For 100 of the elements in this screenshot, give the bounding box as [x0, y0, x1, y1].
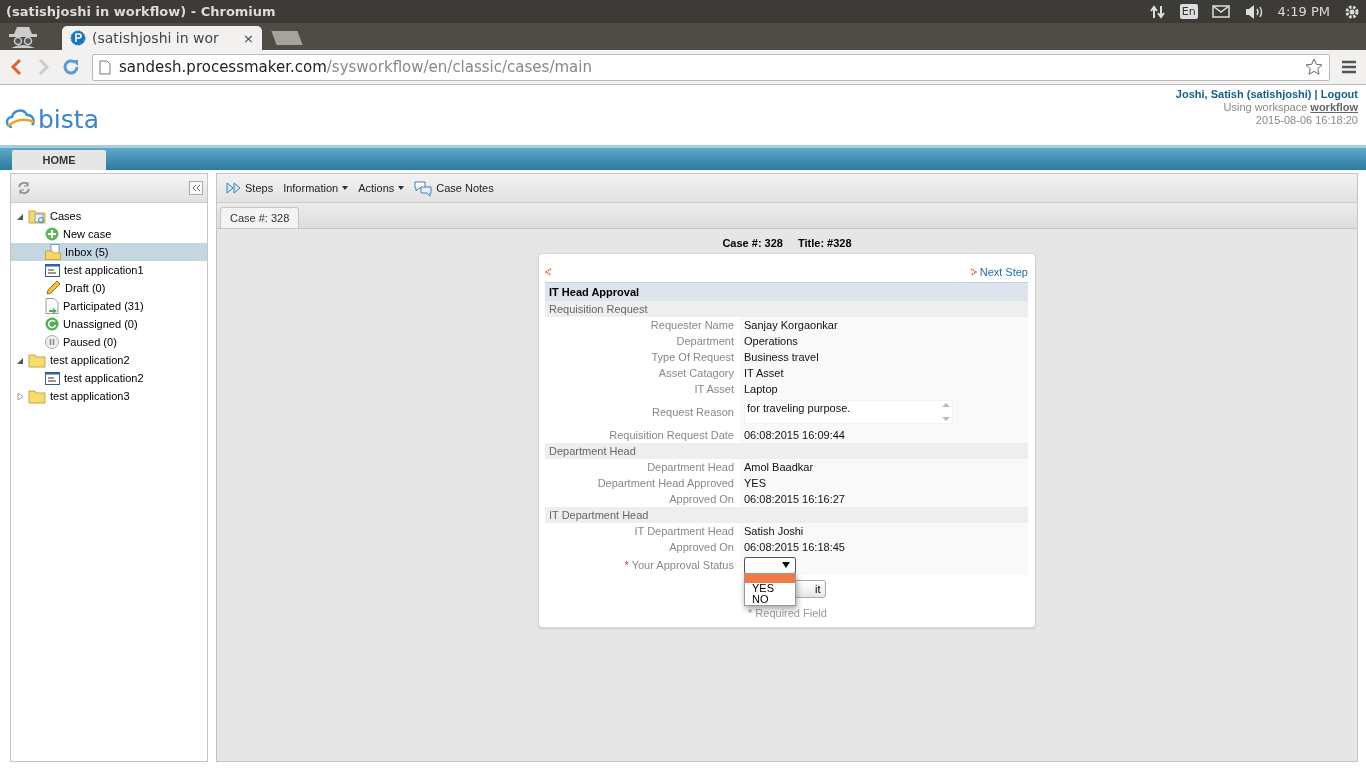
menu-button[interactable]: Actions: [358, 182, 405, 194]
submit-button[interactable]: it: [794, 580, 826, 598]
field-label: Request Reason: [652, 406, 734, 418]
tree-item[interactable]: test application3: [11, 387, 207, 405]
dropdown-option[interactable]: NO: [745, 594, 795, 605]
close-tab-button[interactable]: ×: [243, 30, 254, 46]
form-title: IT Head Approval: [545, 282, 1028, 301]
field-value: 06:08:2015 16:16:27: [744, 493, 845, 505]
field-label: Department Head Approved: [597, 477, 734, 489]
folder-icon: [28, 388, 46, 404]
field-value: 06:08:2015 16:09:44: [744, 429, 845, 441]
field-label: Approved On: [669, 541, 734, 553]
field-label: Department: [676, 335, 734, 347]
case-title: Title: #328: [797, 237, 852, 249]
caret-icon: [342, 186, 349, 190]
back-icon[interactable]: [10, 58, 24, 76]
favicon-icon: [70, 30, 86, 46]
menu-button[interactable]: Information: [283, 182, 349, 194]
double-chevron-icon: [191, 184, 201, 192]
collapse-button[interactable]: [189, 181, 203, 195]
tree-item[interactable]: test application2: [11, 351, 207, 369]
tree-item[interactable]: Unassigned (0): [11, 315, 207, 333]
tree-item[interactable]: Inbox (5): [11, 243, 207, 261]
previous-step-icon[interactable]: [545, 268, 552, 276]
field-value: Satish Joshi: [744, 525, 804, 537]
field-value: Sanjay Korgaonkar: [744, 319, 838, 331]
tree-item[interactable]: test application1: [11, 261, 207, 279]
pencil-icon: [45, 280, 61, 296]
case-notes-button[interactable]: Case Notes: [414, 180, 494, 196]
tree-item[interactable]: test application2: [11, 369, 207, 387]
address-field[interactable]: sandesh.processmaker.com/sysworkflow/en/classic/cases/main: [92, 53, 1330, 81]
folder-search-icon: [28, 208, 46, 224]
section-header: Department Head: [545, 443, 1028, 459]
tree-item[interactable]: New case: [11, 225, 207, 243]
field-value: IT Asset: [744, 367, 784, 379]
browser-tab[interactable]: (satishjoshi in wor ×: [62, 26, 262, 50]
reload-icon[interactable]: [62, 58, 80, 76]
new-tab-button[interactable]: [271, 31, 303, 45]
bookmark-star-icon[interactable]: [1305, 58, 1323, 76]
next-step-icon: [969, 268, 977, 276]
field-value: Business travel: [744, 351, 819, 363]
inbox-folder-icon: [45, 244, 61, 260]
speech-bubbles-icon: [414, 180, 433, 196]
tree-item[interactable]: Draft (0): [11, 279, 207, 297]
field-value: Amol Baadkar: [744, 461, 814, 473]
tree-item[interactable]: Participated (31): [11, 297, 207, 315]
field-label: Asset Catagory: [658, 367, 734, 379]
incognito-icon: [6, 26, 40, 48]
form-icon: [45, 371, 60, 385]
date-time: 2015-08-06 16:18:20: [1255, 114, 1358, 126]
required-mark: *: [624, 559, 629, 571]
window-title: (satishjoshi in workflow) - Chromium: [6, 4, 276, 19]
caret-icon: [398, 186, 405, 190]
field-label: IT Asset: [694, 383, 734, 395]
form-icon: [45, 263, 60, 277]
user-link[interactable]: Joshi, Satish (satishjoshi): [1175, 88, 1312, 100]
tree-item[interactable]: Cases: [11, 207, 207, 225]
reason-textarea[interactable]: for traveling purpose.: [744, 400, 953, 424]
dropdown-arrow-icon: [782, 562, 790, 568]
field-label: Requester Name: [650, 319, 734, 331]
refresh-circle-icon: [45, 317, 59, 331]
case-tab[interactable]: Case #: 328: [220, 207, 300, 228]
steps-icon: [226, 182, 241, 194]
field-label: Approved On: [669, 493, 734, 505]
tree-item[interactable]: Paused (0): [11, 333, 207, 351]
field-value: Laptop: [744, 383, 778, 395]
logo-text: bista: [38, 105, 99, 134]
field-value: YES: [744, 477, 766, 489]
home-tab[interactable]: HOME: [12, 150, 106, 170]
field-label: Requisition Request Date: [609, 429, 734, 441]
network-icon[interactable]: [1149, 3, 1166, 20]
field-label: IT Department Head: [634, 525, 734, 537]
dropdown-option[interactable]: YES: [745, 583, 795, 594]
plus-circle-icon: [45, 227, 59, 241]
required-note: * Required Field: [748, 607, 827, 619]
workspace-link[interactable]: workflow: [1310, 101, 1358, 113]
field-label: Your Approval Status: [631, 559, 734, 571]
keyboard-indicator[interactable]: En: [1179, 4, 1198, 19]
refresh-icon[interactable]: [17, 181, 31, 195]
expander-icon[interactable]: [17, 212, 24, 220]
steps-button[interactable]: Steps: [226, 182, 274, 194]
expander-icon[interactable]: [17, 356, 24, 364]
menu-icon[interactable]: [1342, 60, 1356, 74]
cloud-logo-icon: [6, 108, 36, 131]
gear-icon[interactable]: [1344, 3, 1360, 20]
tab-title: (satishjoshi in wor: [92, 30, 220, 46]
pause-icon: [45, 335, 59, 349]
mail-icon[interactable]: [1211, 5, 1230, 18]
separator-text: |: [1314, 88, 1318, 100]
section-header: Requisition Request: [545, 301, 1028, 317]
page-icon: [99, 59, 111, 75]
next-step-link[interactable]: Next Step: [969, 266, 1028, 278]
clock[interactable]: 4:19 PM: [1277, 4, 1330, 19]
field-label: Department Head: [647, 461, 734, 473]
section-header: IT Department Head: [545, 507, 1028, 523]
logout-link[interactable]: Logout: [1320, 88, 1358, 100]
case-number: Case #: 328: [722, 237, 783, 249]
approval-status-dropdown[interactable]: [744, 556, 796, 574]
volume-icon[interactable]: [1243, 3, 1264, 20]
document-arrow-icon: [45, 298, 59, 314]
